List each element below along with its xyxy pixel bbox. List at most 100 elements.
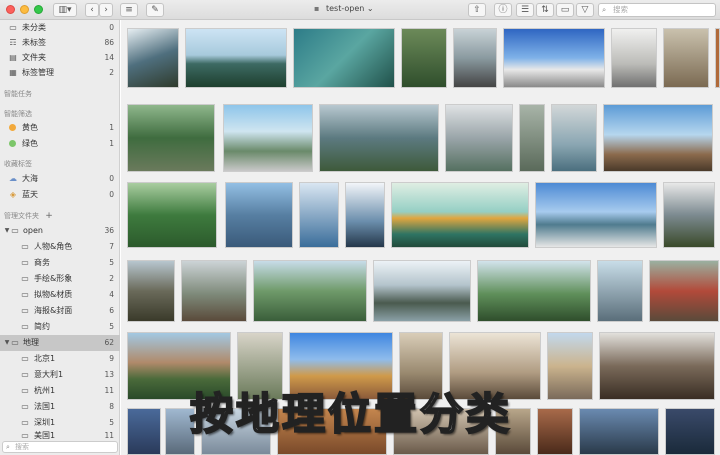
sidebar-item-sea[interactable]: ☁ 大海 0 — [0, 171, 120, 187]
sidebar-toggle-button[interactable]: ▥▾ — [53, 3, 77, 17]
image-thumbnail[interactable] — [345, 182, 385, 248]
image-thumbnail[interactable] — [223, 104, 313, 172]
image-thumbnail[interactable] — [535, 182, 657, 248]
sidebar-item-label: 绿色 — [22, 139, 38, 148]
folder-item[interactable]: ▭ 商务 5 — [0, 255, 120, 271]
section-header-smart-filter: 智能筛选 — [4, 110, 32, 118]
sidebar-item-green[interactable]: 绿色 1 — [0, 136, 120, 152]
image-thumbnail[interactable] — [293, 28, 395, 88]
image-thumbnail[interactable] — [445, 104, 513, 172]
image-thumbnail[interactable] — [547, 332, 593, 400]
image-thumbnail[interactable] — [299, 182, 339, 248]
image-thumbnail[interactable] — [127, 260, 175, 322]
image-thumbnail[interactable] — [225, 182, 293, 248]
folder-icon: ▭ — [21, 306, 29, 315]
add-folder-button[interactable]: + — [45, 211, 53, 221]
list-view-button[interactable]: ☰ — [516, 3, 534, 17]
sidebar-item-count: 0 — [109, 174, 114, 183]
folder-item[interactable]: ▭ 北京1 9 — [0, 351, 120, 367]
folder-icon: ▭ — [21, 431, 29, 440]
image-thumbnail[interactable] — [503, 28, 605, 88]
folder-item[interactable]: ▭ 美国1 11 — [0, 431, 120, 441]
sidebar-item-yellow[interactable]: 黄色 1 — [0, 120, 120, 136]
image-thumbnail[interactable] — [319, 104, 439, 172]
forward-button[interactable]: › — [99, 3, 113, 17]
sort-icon: ⇅ — [541, 5, 549, 15]
sort-list-button[interactable]: ≡ — [120, 3, 138, 17]
sidebar-item-count: 1 — [109, 123, 114, 132]
folder-item[interactable]: ▭ 杭州1 11 — [0, 383, 120, 399]
folder-icon: ▭ — [21, 402, 29, 411]
image-thumbnail[interactable] — [715, 28, 720, 88]
sidebar-item-untagged[interactable]: ☶ 未标签 86 — [0, 35, 120, 51]
folder-item[interactable]: ▭ 拟物&材质 4 — [0, 287, 120, 303]
image-thumbnail[interactable] — [181, 260, 247, 322]
sidebar-search-input[interactable]: ⌕ 搜索 — [2, 441, 118, 453]
folder-count: 5 — [109, 258, 114, 267]
close-window-button[interactable] — [6, 5, 15, 14]
sidebar-item-label: 文件夹 — [22, 53, 46, 62]
zoom-window-button[interactable] — [34, 5, 43, 14]
sidebar-item-label: 大海 — [22, 174, 38, 183]
image-thumbnail[interactable] — [401, 28, 447, 88]
image-thumbnail[interactable] — [579, 408, 659, 455]
sidebar-item-tag-manager[interactable]: ▦ 标签管理 2 — [0, 65, 120, 81]
image-thumbnail[interactable] — [127, 28, 179, 88]
folder-icon: ▭ — [21, 370, 29, 379]
section-header-fav-tags: 收藏标签 — [4, 160, 32, 168]
image-thumbnail[interactable] — [477, 260, 591, 322]
image-thumbnail[interactable] — [537, 408, 573, 455]
edit-button[interactable]: ✎ — [146, 3, 164, 17]
sidebar-item-uncategorized[interactable]: ▭ 未分类 0 — [0, 20, 120, 36]
folder-item[interactable]: ▭ 法国1 8 — [0, 399, 120, 415]
sidebar-icon: ▥▾ — [58, 5, 72, 15]
back-button[interactable]: ‹ — [85, 3, 99, 17]
sidebar-item-label: 蓝天 — [22, 190, 38, 199]
image-thumbnail[interactable] — [551, 104, 597, 172]
image-thumbnail[interactable] — [665, 408, 715, 455]
preview-button[interactable]: ▭ — [556, 3, 574, 17]
folder-item[interactable]: ▭ 意大利1 13 — [0, 367, 120, 383]
window-title[interactable]: test-open ⌄ — [326, 4, 374, 13]
sort-button[interactable]: ⇅ — [536, 3, 554, 17]
filter-button[interactable]: ▽ — [576, 3, 594, 17]
sidebar-item-sky[interactable]: ◈ 蓝天 0 — [0, 187, 120, 203]
image-thumbnail[interactable] — [127, 408, 161, 455]
image-thumbnail[interactable] — [253, 260, 367, 322]
image-thumbnail[interactable] — [599, 332, 715, 400]
image-thumbnail[interactable] — [611, 28, 657, 88]
image-thumbnail[interactable] — [127, 104, 215, 172]
folder-item[interactable]: ▭ 简约 5 — [0, 319, 120, 335]
search-field[interactable]: ⌕ 搜索 — [598, 3, 716, 17]
folder-label: 美国1 — [34, 431, 56, 440]
image-thumbnail[interactable] — [453, 28, 497, 88]
folder-item[interactable]: ▭ 手绘&形象 2 — [0, 271, 120, 287]
image-thumbnail[interactable] — [597, 260, 643, 322]
image-thumbnail[interactable] — [603, 104, 713, 172]
sidebar-item-count: 14 — [104, 53, 114, 62]
info-button[interactable]: ⓘ — [494, 3, 512, 17]
folder-item-geography[interactable]: ▼ ▭ 地理 62 — [0, 335, 120, 351]
folder-label: 商务 — [34, 258, 50, 267]
folder-item[interactable]: ▭ 深圳1 5 — [0, 415, 120, 431]
image-thumbnail[interactable] — [185, 28, 287, 88]
image-thumbnail[interactable] — [391, 182, 529, 248]
image-thumbnail[interactable] — [519, 104, 545, 172]
sidebar-item-label: 未分类 — [22, 23, 46, 32]
folder-item-open[interactable]: ▼ ▭ open 36 — [0, 223, 120, 239]
image-thumbnail[interactable] — [649, 260, 719, 322]
image-thumbnail[interactable] — [373, 260, 471, 322]
folder-item[interactable]: ▭ 人物&角色 7 — [0, 239, 120, 255]
folder-icon: ▭ — [11, 338, 19, 347]
folder-icon: ▪ — [314, 4, 320, 13]
image-thumbnail[interactable] — [127, 182, 217, 248]
image-thumbnail[interactable] — [663, 182, 715, 248]
sidebar-item-folders[interactable]: ▤ 文件夹 14 — [0, 50, 120, 66]
folder-label: 人物&角色 — [34, 242, 73, 251]
sidebar-item-count: 2 — [109, 68, 114, 77]
sidebar-item-count: 86 — [104, 38, 114, 47]
share-button[interactable]: ⇧ — [468, 3, 486, 17]
folder-item[interactable]: ▭ 海报&封面 6 — [0, 303, 120, 319]
minimize-window-button[interactable] — [20, 5, 29, 14]
image-thumbnail[interactable] — [663, 28, 709, 88]
